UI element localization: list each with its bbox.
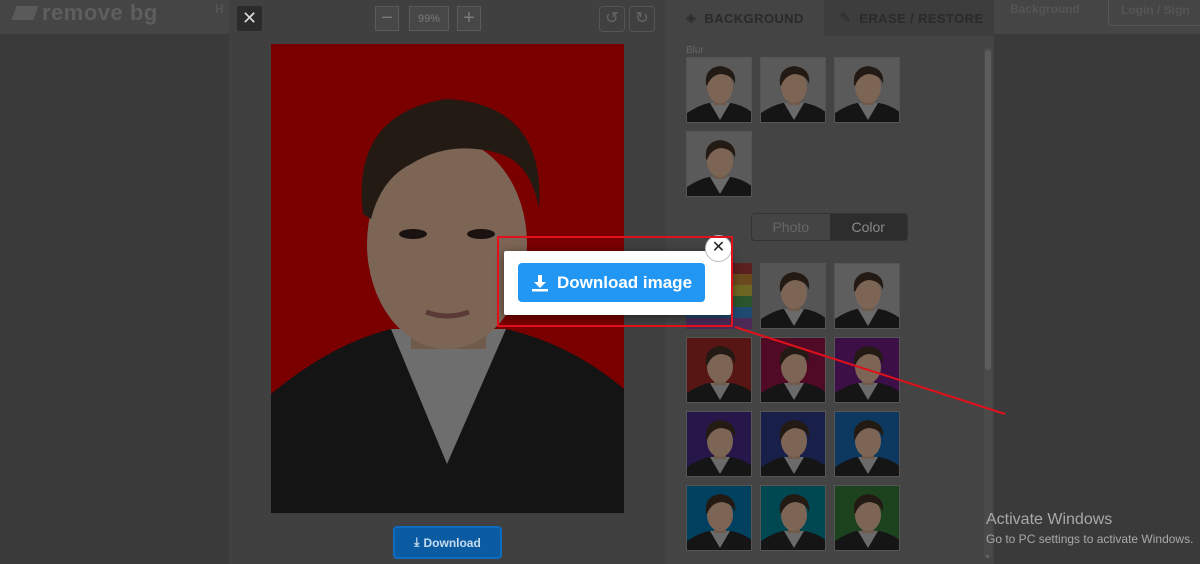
logo-text: remove bg: [42, 0, 158, 25]
color-swatch-thumb[interactable]: [686, 411, 752, 477]
color-swatch-thumb[interactable]: [686, 485, 752, 551]
undo-icon[interactable]: ↺: [599, 6, 625, 32]
blur-thumb[interactable]: [686, 57, 752, 123]
white-bg-thumb[interactable]: [834, 263, 900, 329]
redo-icon[interactable]: ↻: [629, 6, 655, 32]
color-swatch-thumb[interactable]: [760, 485, 826, 551]
nav-link-fragment[interactable]: H: [215, 2, 224, 16]
layers-icon: ◈: [686, 10, 697, 25]
blur-thumb[interactable]: [686, 131, 752, 197]
watermark-subtitle: Go to PC settings to activate Windows.: [986, 532, 1194, 546]
download-popup: Download image: [504, 251, 731, 315]
color-swatch-thumb[interactable]: [760, 411, 826, 477]
upload-background-link[interactable]: Background: [998, 0, 1092, 26]
tab-erase-label: ERASE / RESTORE: [859, 10, 984, 26]
download-button[interactable]: ⤓ Download: [393, 526, 502, 559]
blur-thumb[interactable]: [834, 57, 900, 123]
color-swatch-thumb[interactable]: [834, 411, 900, 477]
rainbow-stripe: [686, 318, 752, 329]
logo-mark-icon: [11, 6, 39, 20]
scroll-down-arrow-icon[interactable]: ▼: [984, 554, 991, 561]
tab-background-label: BACKGROUND: [704, 10, 804, 26]
login-signup-button[interactable]: Login / Sign: [1108, 0, 1200, 26]
color-swatch-thumb[interactable]: [686, 337, 752, 403]
photo-color-toggle[interactable]: Photo Color: [751, 213, 908, 241]
brush-icon: ✎: [840, 10, 852, 25]
color-swatch-thumb[interactable]: [760, 337, 826, 403]
zoom-in-button[interactable]: +: [457, 6, 481, 31]
tab-erase-restore[interactable]: ✎ ERASE / RESTORE: [840, 0, 984, 36]
download-label: Download: [423, 535, 481, 550]
tab-background[interactable]: ◈ BACKGROUND: [686, 0, 804, 36]
blur-thumb[interactable]: [760, 57, 826, 123]
zoom-value: 99%: [409, 6, 449, 31]
download-image-label: Download image: [556, 272, 693, 292]
color-swatch-thumb[interactable]: [834, 485, 900, 551]
close-editor-button[interactable]: ✕: [237, 6, 262, 31]
panel-scrollbar-thumb[interactable]: [985, 50, 991, 370]
color-swatch-thumb[interactable]: [834, 337, 900, 403]
download-image-button[interactable]: Download image: [518, 263, 705, 302]
download-icon: ⤓: [414, 535, 420, 549]
segment-color[interactable]: Color: [829, 214, 907, 240]
segment-photo[interactable]: Photo: [752, 214, 830, 240]
blur-label: Blur: [686, 45, 704, 56]
activate-windows-watermark: Activate Windows Go to PC settings to ac…: [986, 511, 1193, 546]
download-icon: [531, 274, 548, 291]
removebg-logo[interactable]: remove bg: [11, 0, 158, 26]
transparent-bg-thumb[interactable]: [760, 263, 826, 329]
watermark-title: Activate Windows: [986, 511, 1113, 528]
zoom-out-button[interactable]: −: [375, 6, 399, 31]
popup-close-button[interactable]: ✕: [705, 235, 732, 262]
